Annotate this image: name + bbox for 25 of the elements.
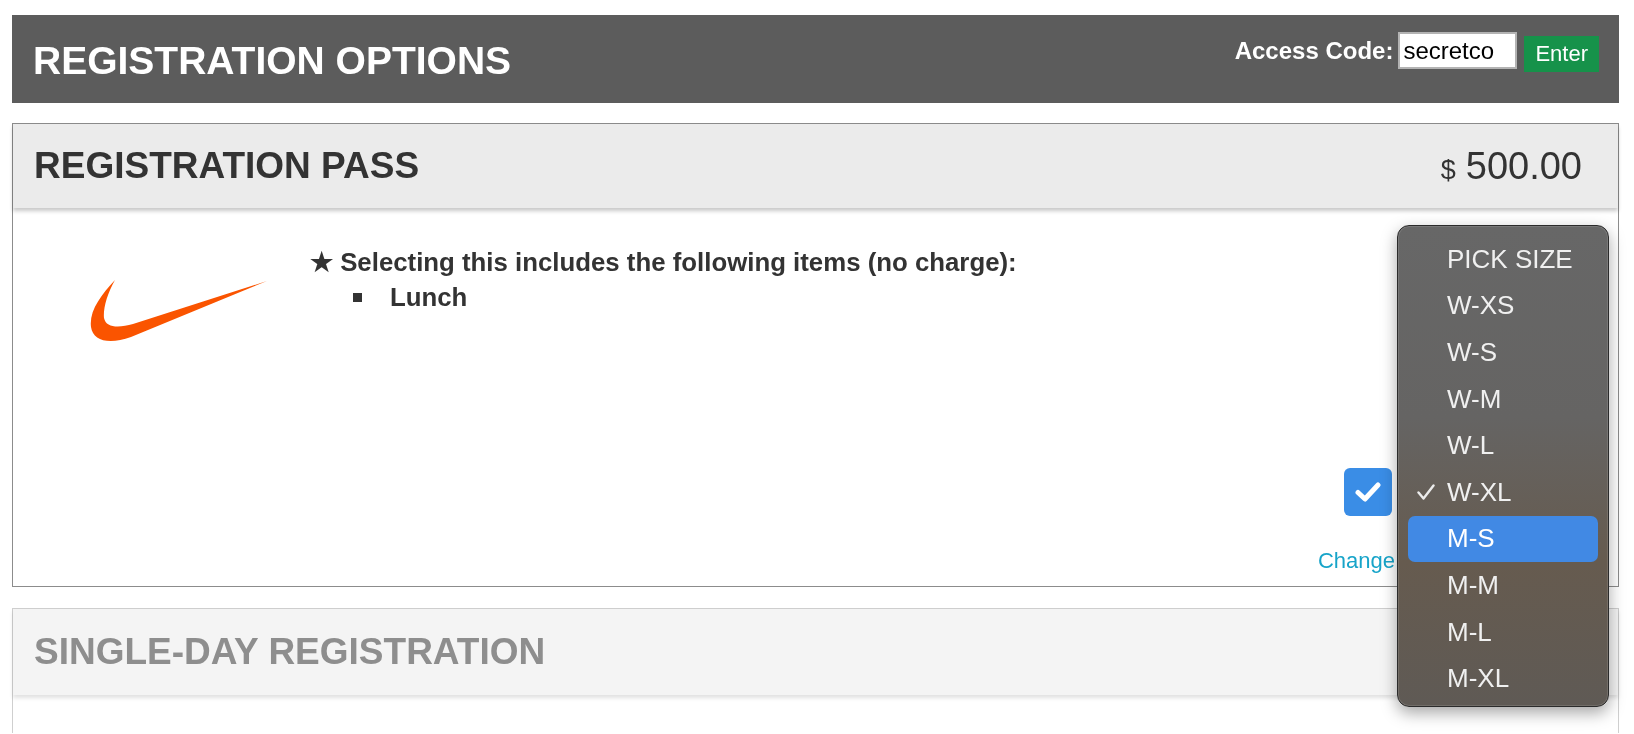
menu-item[interactable]: W-XL bbox=[1408, 468, 1598, 516]
card-title: SINGLE-DAY REGISTRATION bbox=[34, 631, 546, 673]
enter-button[interactable]: Enter bbox=[1524, 36, 1599, 72]
menu-item[interactable]: W-L bbox=[1408, 422, 1598, 469]
access-code-label: Access Code: bbox=[1234, 36, 1394, 66]
currency-symbol: $ bbox=[1440, 154, 1456, 186]
bullet-icon bbox=[353, 293, 362, 302]
price-amount: 500.00 bbox=[1465, 144, 1582, 188]
menu-item[interactable]: W-XS bbox=[1408, 282, 1598, 330]
menu-item[interactable]: M-XL bbox=[1408, 655, 1598, 702]
menu-item[interactable]: M-S bbox=[1408, 515, 1598, 563]
included-item: Lunch bbox=[390, 282, 468, 313]
change-link[interactable]: Change bbox=[1317, 548, 1395, 574]
page-title: REGISTRATION OPTIONS bbox=[33, 38, 512, 83]
menu-item[interactable]: PICK SIZE bbox=[1408, 236, 1598, 283]
checkbox[interactable] bbox=[1344, 468, 1392, 516]
menu-item[interactable]: W-M bbox=[1408, 375, 1598, 423]
menu-item[interactable]: W-S bbox=[1408, 329, 1598, 376]
menu-item[interactable]: M-L bbox=[1408, 608, 1598, 656]
menu-item[interactable]: M-M bbox=[1408, 562, 1598, 609]
access-code-field[interactable]: secretco bbox=[1398, 32, 1518, 69]
checkmark-icon bbox=[1417, 484, 1435, 501]
checkmark-icon bbox=[1355, 482, 1381, 502]
card-title: REGISTRATION PASS bbox=[34, 145, 420, 187]
included-items-note: ★ Selecting this includes the following items (no charge): bbox=[310, 247, 1018, 278]
